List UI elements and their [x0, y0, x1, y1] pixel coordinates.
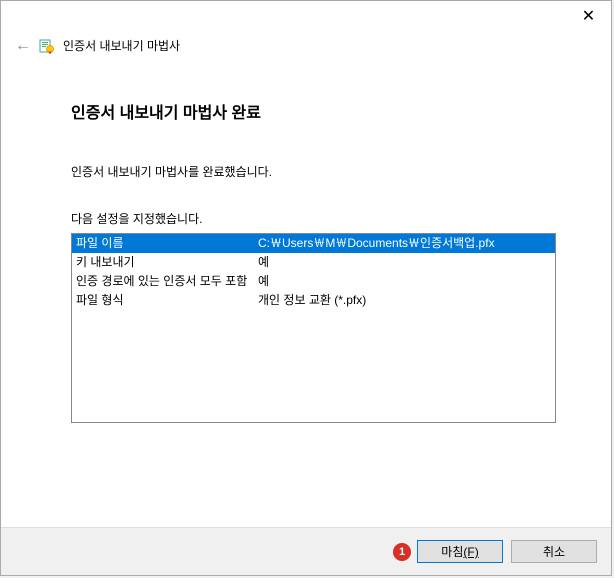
- finish-button-mnemonic: (F): [463, 545, 478, 559]
- status-text: 인증서 내보내기 마법사를 완료했습니다.: [71, 163, 561, 180]
- wizard-content: 인증서 내보내기 마법사 완료 인증서 내보내기 마법사를 완료했습니다. 다음…: [1, 64, 611, 527]
- settings-value: C:￦Users￦M￦Documents￦인증서백업.pfx: [258, 234, 551, 253]
- wizard-footer: 1 마침(F) 취소: [1, 527, 611, 575]
- settings-key: 인증 경로에 있는 인증서 모두 포함: [76, 272, 258, 291]
- settings-key: 파일 형식: [76, 291, 258, 310]
- page-heading: 인증서 내보내기 마법사 완료: [71, 99, 561, 123]
- back-arrow-icon: ←: [15, 38, 31, 54]
- settings-value: 예: [258, 272, 551, 291]
- wizard-title: 인증서 내보내기 마법사: [63, 37, 180, 54]
- settings-key: 키 내보내기: [76, 253, 258, 272]
- settings-key: 파일 이름: [76, 234, 258, 253]
- settings-label: 다음 설정을 지정했습니다.: [71, 210, 561, 227]
- settings-row[interactable]: 파일 형식 개인 정보 교환 (*.pfx): [72, 291, 555, 310]
- titlebar: ✕: [1, 1, 611, 31]
- finish-button[interactable]: 마침(F): [417, 540, 503, 563]
- settings-row[interactable]: 키 내보내기 예: [72, 253, 555, 272]
- cancel-button-label: 취소: [543, 545, 565, 559]
- settings-row[interactable]: 파일 이름 C:￦Users￦M￦Documents￦인증서백업.pfx: [72, 234, 555, 253]
- settings-listbox[interactable]: 파일 이름 C:￦Users￦M￦Documents￦인증서백업.pfx 키 내…: [71, 233, 556, 423]
- finish-button-label: 마침: [441, 545, 463, 559]
- close-icon: ✕: [582, 6, 595, 26]
- certificate-wizard-icon: [39, 38, 55, 54]
- settings-value: 개인 정보 교환 (*.pfx): [258, 291, 551, 310]
- cancel-button[interactable]: 취소: [511, 540, 597, 563]
- close-button[interactable]: ✕: [566, 1, 611, 31]
- wizard-header: ← 인증서 내보내기 마법사: [1, 31, 611, 64]
- wizard-window: ✕ ← 인증서 내보내기 마법사 인증서 내보내기 마법사 완료 인증서 내보내…: [0, 0, 612, 576]
- settings-row[interactable]: 인증 경로에 있는 인증서 모두 포함 예: [72, 272, 555, 291]
- settings-value: 예: [258, 253, 551, 272]
- annotation-badge: 1: [393, 543, 411, 561]
